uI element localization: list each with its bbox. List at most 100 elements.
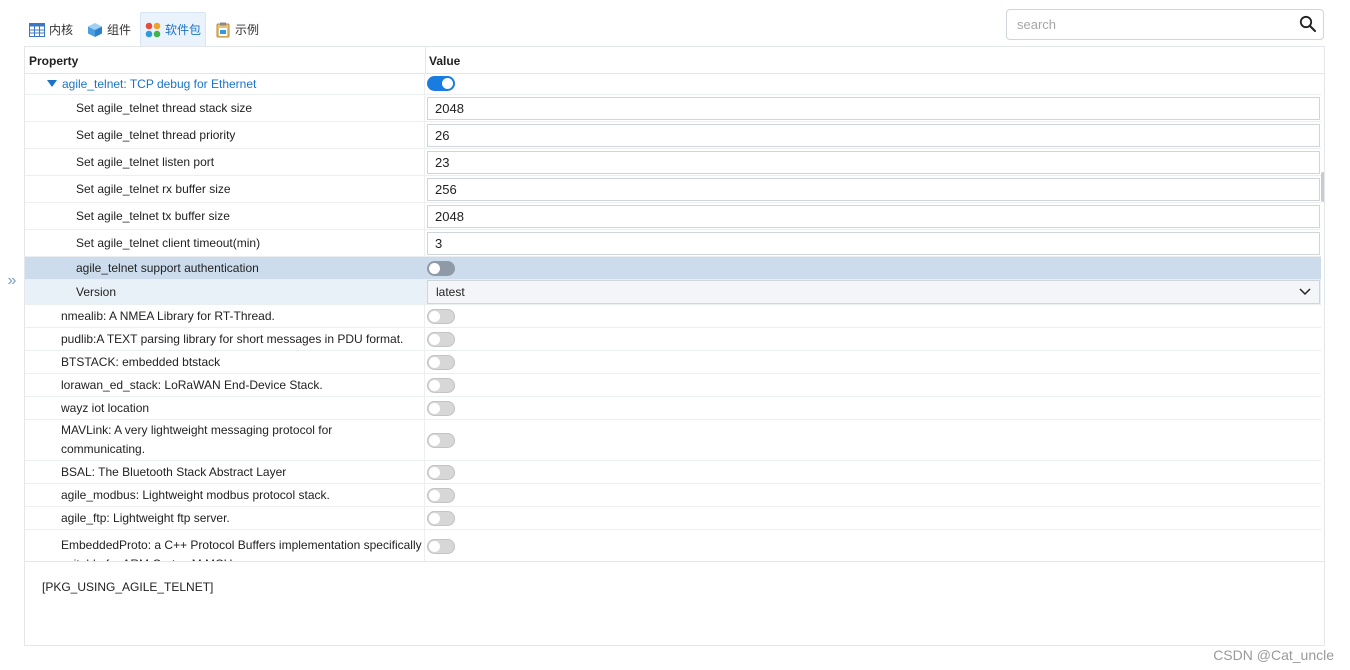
property-value-cell bbox=[425, 351, 1321, 373]
property-name: Set agile_telnet thread stack size bbox=[25, 95, 425, 121]
table-row[interactable]: pudlib:A TEXT parsing library for short … bbox=[25, 328, 1321, 351]
toggle-knob bbox=[429, 310, 440, 322]
table-row[interactable]: agile_ftp: Lightweight ftp server. bbox=[25, 507, 1321, 530]
example-clipboard-icon bbox=[215, 22, 231, 38]
table-row[interactable]: Set agile_telnet listen port 23 bbox=[25, 149, 1321, 176]
property-name: agile_ftp: Lightweight ftp server. bbox=[25, 507, 425, 529]
toggle-switch[interactable] bbox=[427, 377, 455, 393]
expand-caret-icon[interactable] bbox=[47, 80, 57, 87]
value-input[interactable]: 2048 bbox=[427, 204, 1320, 228]
toggle-knob bbox=[429, 379, 440, 391]
tab-components-label: 组件 bbox=[107, 23, 132, 37]
property-value-cell: 26 bbox=[425, 122, 1321, 148]
value-input[interactable]: 26 bbox=[427, 123, 1320, 147]
toggle-switch[interactable] bbox=[427, 308, 455, 324]
table-row[interactable]: EmbeddedProto: a C++ Protocol Buffers im… bbox=[25, 530, 1321, 561]
toggle-switch[interactable] bbox=[427, 400, 455, 416]
property-label: lorawan_ed_stack: LoRaWAN End-Device Sta… bbox=[61, 378, 323, 392]
table-row[interactable]: Set agile_telnet rx buffer size 256 bbox=[25, 176, 1321, 203]
version-select[interactable]: latest bbox=[427, 280, 1320, 304]
toggle-knob bbox=[429, 333, 440, 345]
value-input[interactable]: 3 bbox=[427, 231, 1320, 255]
toggle-switch[interactable] bbox=[427, 76, 455, 91]
table-row[interactable]: agile_telnet: TCP debug for Ethernet bbox=[25, 73, 1321, 95]
table-row[interactable]: lorawan_ed_stack: LoRaWAN End-Device Sta… bbox=[25, 374, 1321, 397]
property-label: agile_telnet support authentication bbox=[76, 261, 259, 275]
toggle-knob bbox=[429, 466, 440, 478]
table-row[interactable]: wayz iot location bbox=[25, 397, 1321, 420]
property-label: Version bbox=[76, 285, 117, 299]
property-label: agile_modbus: Lightweight modbus protoco… bbox=[61, 488, 330, 502]
table-row[interactable]: Set agile_telnet client timeout(min) 3 bbox=[25, 230, 1321, 257]
toggle-switch[interactable] bbox=[427, 260, 455, 276]
watermark: CSDN @Cat_uncle bbox=[1213, 647, 1334, 663]
column-divider[interactable] bbox=[425, 47, 426, 73]
tab-packages[interactable]: 软件包 bbox=[140, 12, 207, 46]
toggle-knob bbox=[429, 541, 440, 552]
chevron-down-icon bbox=[1299, 288, 1311, 296]
toggle-switch[interactable] bbox=[427, 354, 455, 370]
property-table: Property Value agile_telnet: TCP debug f… bbox=[24, 46, 1325, 562]
property-value-cell bbox=[425, 461, 1321, 483]
tab-kernel[interactable]: 内核 bbox=[24, 12, 78, 46]
toggle-knob bbox=[429, 434, 440, 446]
property-value-cell: 3 bbox=[425, 230, 1321, 256]
table-header: Property Value bbox=[25, 47, 1324, 74]
value-input[interactable]: 23 bbox=[427, 150, 1320, 174]
tab-examples[interactable]: 示例 bbox=[210, 12, 264, 46]
tab-components[interactable]: 组件 bbox=[82, 12, 136, 46]
property-name: agile_telnet: TCP debug for Ethernet bbox=[25, 73, 425, 94]
table-row[interactable]: BTSTACK: embedded btstack bbox=[25, 351, 1321, 374]
property-name: agile_modbus: Lightweight modbus protoco… bbox=[25, 484, 425, 506]
property-name: Set agile_telnet client timeout(min) bbox=[25, 230, 425, 256]
search-box bbox=[1006, 9, 1324, 40]
header-value: Value bbox=[429, 54, 461, 68]
toggle-switch[interactable] bbox=[427, 432, 455, 448]
property-value-cell bbox=[425, 397, 1321, 419]
component-cube-icon bbox=[87, 22, 103, 38]
table-row[interactable]: nmealib: A NMEA Library for RT-Thread. bbox=[25, 305, 1321, 328]
property-label: BSAL: The Bluetooth Stack Abstract Layer bbox=[61, 465, 287, 479]
value-input[interactable]: 2048 bbox=[427, 96, 1320, 120]
property-value-cell bbox=[425, 257, 1321, 279]
tab-examples-label: 示例 bbox=[235, 23, 260, 37]
table-row[interactable]: BSAL: The Bluetooth Stack Abstract Layer bbox=[25, 461, 1321, 484]
table-row[interactable]: Set agile_telnet tx buffer size 2048 bbox=[25, 203, 1321, 230]
search-icon[interactable] bbox=[1299, 15, 1317, 33]
property-label: BTSTACK: embedded btstack bbox=[61, 355, 221, 369]
table-row[interactable]: Version latest bbox=[25, 280, 1321, 305]
toggle-switch[interactable] bbox=[427, 510, 455, 526]
table-row[interactable]: agile_modbus: Lightweight modbus protoco… bbox=[25, 484, 1321, 507]
toggle-switch[interactable] bbox=[427, 464, 455, 480]
property-label: wayz iot location bbox=[61, 401, 150, 415]
toggle-switch[interactable] bbox=[427, 487, 455, 503]
property-name: BTSTACK: embedded btstack bbox=[25, 351, 425, 373]
property-value-cell: 2048 bbox=[425, 203, 1321, 229]
tab-kernel-label: 内核 bbox=[49, 23, 74, 37]
table-row[interactable]: MAVLink: A very lightweight messaging pr… bbox=[25, 420, 1321, 461]
table-row[interactable]: agile_telnet support authentication bbox=[25, 257, 1321, 280]
search-input[interactable] bbox=[1017, 10, 1287, 39]
toggle-switch[interactable] bbox=[427, 539, 455, 554]
property-name: MAVLink: A very lightweight messaging pr… bbox=[25, 420, 425, 460]
property-label: Set agile_telnet rx buffer size bbox=[76, 182, 231, 196]
property-value-cell bbox=[425, 484, 1321, 506]
table-row[interactable]: Set agile_telnet thread stack size 2048 bbox=[25, 95, 1321, 122]
value-input[interactable]: 256 bbox=[427, 177, 1320, 201]
toggle-knob bbox=[429, 512, 440, 524]
version-select-value: latest bbox=[436, 285, 465, 299]
property-value-cell bbox=[425, 420, 1321, 460]
table-row[interactable]: Set agile_telnet thread priority 26 bbox=[25, 122, 1321, 149]
property-value-cell bbox=[425, 73, 1321, 94]
property-value-cell: 2048 bbox=[425, 95, 1321, 121]
description-panel: [PKG_USING_AGILE_TELNET] bbox=[24, 562, 1325, 646]
property-label: nmealib: A NMEA Library for RT-Thread. bbox=[61, 309, 275, 323]
property-label: Set agile_telnet client timeout(min) bbox=[76, 236, 261, 250]
property-label: Set agile_telnet listen port bbox=[76, 155, 215, 169]
scrollbar[interactable] bbox=[1321, 172, 1324, 202]
expand-sidebar-icon[interactable]: » bbox=[3, 271, 21, 291]
property-value-cell bbox=[425, 305, 1321, 327]
description-text: [PKG_USING_AGILE_TELNET] bbox=[42, 580, 214, 594]
toggle-switch[interactable] bbox=[427, 331, 455, 347]
kernel-table-icon bbox=[29, 22, 45, 38]
